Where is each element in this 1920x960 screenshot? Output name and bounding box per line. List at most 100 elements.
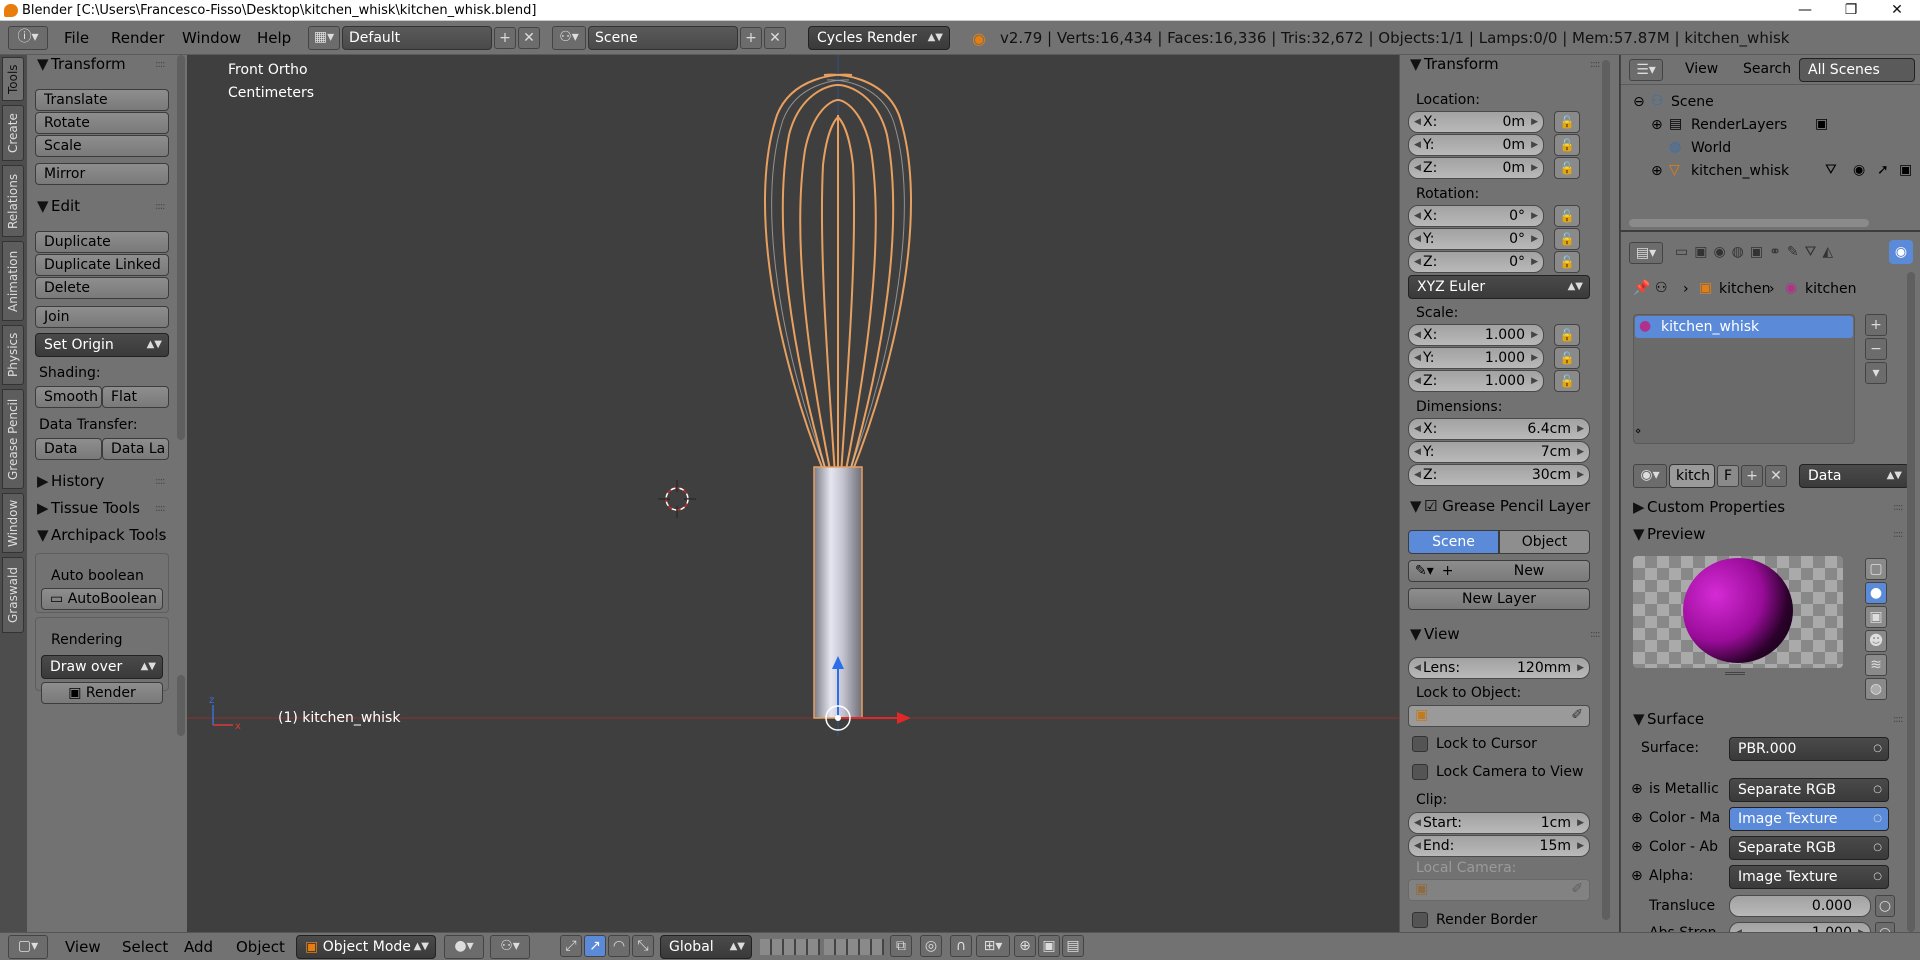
location-z-field[interactable]: ◀ Z: 0m ▶ — [1408, 157, 1544, 179]
mirror-button[interactable]: Mirror — [35, 163, 169, 185]
expand-scene-icon[interactable]: ⊖ — [1633, 94, 1645, 110]
lock-icon[interactable]: 🔓 — [1554, 347, 1580, 369]
surface-shader-dropdown[interactable]: PBR.000 ○ — [1729, 737, 1889, 761]
breadcrumb-object[interactable]: kitchen — [1719, 281, 1771, 297]
layers-grid-icon[interactable] — [760, 939, 820, 955]
modifier-icon[interactable]: ⛛ — [1825, 162, 1837, 178]
eyedropper-icon[interactable]: ✐ — [1571, 707, 1583, 723]
panel-grip-icon[interactable]: :::: — [155, 59, 166, 70]
panel-grip-icon[interactable]: :::: — [1590, 629, 1601, 640]
render-layer-toggle-icon[interactable]: ▣ — [1815, 116, 1828, 132]
expand-object-icon[interactable]: ⊕ — [1651, 163, 1663, 179]
mode-dropdown[interactable]: ▣ Object Mode ▲▼ — [296, 935, 436, 959]
lock-icon[interactable]: 🔓 — [1554, 205, 1580, 227]
link-data-dropdown[interactable]: Data ▲▼ — [1799, 464, 1909, 488]
remove-slot-icon[interactable]: − — [1865, 338, 1887, 360]
toolshelf-lower-scrollbar[interactable] — [177, 675, 185, 736]
translate-manipulator-icon[interactable]: ↗ — [584, 935, 606, 957]
tab-relations[interactable]: Relations — [2, 165, 24, 237]
tab-physics[interactable]: Physics — [2, 325, 24, 385]
lock-icon[interactable]: 🔓 — [1554, 157, 1580, 179]
3d-viewport-lower[interactable] — [187, 736, 1399, 932]
panel-grip-icon[interactable]: :::: — [155, 476, 166, 487]
expand-renderlayers-icon[interactable]: ⊕ — [1651, 117, 1663, 133]
fake-user-button[interactable]: F — [1717, 465, 1739, 487]
menu-window[interactable]: Window — [182, 29, 241, 47]
render-border-checkbox[interactable] — [1412, 912, 1428, 928]
panel-grip-icon[interactable]: :::: — [1893, 502, 1904, 513]
lock-icon[interactable]: 🔓 — [1554, 370, 1580, 392]
add-slot-icon[interactable]: + — [1865, 314, 1887, 336]
rotation-y-field[interactable]: ◀ Y: 0° ▶ — [1408, 228, 1544, 250]
outliner-view-menu[interactable]: View — [1685, 61, 1718, 77]
draw-over-dropdown[interactable]: Draw over ▲▼ — [41, 655, 163, 679]
render-still-icon[interactable]: ▣ — [1038, 935, 1060, 957]
archipack-panel-header[interactable]: ▼ Archipack Tools — [37, 526, 171, 544]
unlink-material-icon[interactable]: ✕ — [1765, 465, 1787, 487]
editor-type-info-icon[interactable]: ⓘ▾ — [8, 26, 48, 50]
rotation-mode-dropdown[interactable]: XYZ Euler ▲▼ — [1408, 275, 1590, 299]
outliner-item-scene[interactable]: Scene — [1671, 94, 1714, 110]
tab-animation[interactable]: Animation — [2, 241, 24, 321]
remove-scene-icon[interactable]: ✕ — [764, 27, 786, 49]
proportional-edit-icon[interactable]: ◎ — [920, 935, 942, 957]
render-engine-dropdown[interactable]: Cycles Render ▲▼ — [808, 26, 950, 50]
rotate-manipulator-icon[interactable]: ◠ — [608, 935, 630, 957]
lock-icon[interactable]: 🔓 — [1554, 228, 1580, 250]
menu-view[interactable]: View — [65, 938, 101, 956]
data-transfer-button[interactable]: Data — [35, 438, 102, 460]
menu-render[interactable]: Render — [111, 29, 164, 47]
input-link-dropdown[interactable]: Image Texture ○ — [1729, 865, 1889, 889]
transluce-slider[interactable]: 0.000 — [1729, 895, 1871, 917]
material-tab-icon[interactable]: ◉ — [1889, 240, 1913, 264]
render-camera-icon[interactable]: ▣ — [1899, 162, 1912, 178]
lock-object-field[interactable]: ▣ ✐ — [1408, 705, 1590, 727]
pin-icon[interactable]: 📌 — [1633, 280, 1650, 296]
menu-file[interactable]: File — [64, 29, 89, 47]
preview-header[interactable]: ▼ Preview — [1633, 525, 1705, 543]
panel-grip-icon[interactable]: :::: — [1893, 714, 1904, 725]
outliner-hscrollbar[interactable] — [1629, 219, 1869, 227]
history-panel-header[interactable]: ▶ History — [37, 472, 104, 490]
transform-panel-header[interactable]: ▼ Transform — [37, 55, 126, 73]
new-material-icon[interactable]: + — [1741, 465, 1763, 487]
remove-layout-icon[interactable]: ✕ — [518, 27, 540, 49]
location-y-field[interactable]: ◀ Y: 0m ▶ — [1408, 134, 1544, 156]
lock-icon[interactable]: 🔓 — [1554, 251, 1580, 273]
close-button[interactable]: ✕ — [1874, 0, 1920, 21]
layers-grid-icon[interactable] — [824, 939, 884, 955]
slot-specials-icon[interactable]: ▾ — [1865, 362, 1887, 384]
scale-y-field[interactable]: ◀ Y: 1.000 ▶ — [1408, 347, 1544, 369]
menu-select[interactable]: Select — [122, 938, 168, 956]
lock-camera-checkbox[interactable] — [1412, 764, 1428, 780]
location-x-field[interactable]: ◀ X: 0m ▶ — [1408, 111, 1544, 133]
input-link-dropdown[interactable]: Image Texture ○ — [1729, 807, 1889, 831]
view-panel-header[interactable]: ▼ View — [1410, 625, 1460, 643]
auto-boolean-button[interactable]: ▭ AutoBoolean — [41, 588, 163, 610]
delete-button[interactable]: Delete — [35, 277, 169, 299]
maximize-button[interactable]: ❐ — [1828, 0, 1874, 21]
rotate-button[interactable]: Rotate — [35, 112, 169, 134]
surface-panel-header[interactable]: ▼ Surface — [1633, 710, 1704, 728]
npanel-transform-header[interactable]: ▼ Transform — [1410, 55, 1499, 73]
transform-manipulator[interactable] — [825, 656, 911, 731]
duplicate-linked-button[interactable]: Duplicate Linked — [35, 254, 169, 276]
minimize-button[interactable]: — — [1782, 0, 1828, 21]
scale-button[interactable]: Scale — [35, 135, 169, 157]
viewport-shading-icon[interactable]: ●▾ — [444, 935, 484, 959]
layout-field[interactable]: Default — [342, 26, 492, 50]
material-name-field[interactable]: kitch — [1669, 464, 1715, 488]
lock-to-cursor-checkbox[interactable] — [1412, 736, 1428, 752]
render-animation-icon[interactable]: ▤ — [1062, 935, 1084, 957]
select-cursor-icon[interactable]: ➚ — [1877, 162, 1889, 178]
new-layer-button[interactable]: New Layer — [1408, 588, 1590, 610]
editor-type-3d-icon[interactable]: ▢▾ — [8, 935, 48, 959]
tab-window[interactable]: Window — [2, 493, 24, 553]
smooth-button[interactable]: Smooth — [35, 386, 102, 408]
rotation-x-field[interactable]: ◀ X: 0° ▶ — [1408, 205, 1544, 227]
grease-pencil-layer-header[interactable]: ▼ ☑ Grease Pencil Layer — [1410, 497, 1610, 515]
join-button[interactable]: Join — [35, 306, 169, 328]
set-origin-dropdown[interactable]: Set Origin ▲▼ — [35, 333, 169, 357]
3d-viewport[interactable]: Front Ortho Centimeters z x (1) kitchen_… — [187, 55, 1399, 736]
lens-field[interactable]: ◀ Lens: 120mm ▶ — [1408, 657, 1590, 679]
